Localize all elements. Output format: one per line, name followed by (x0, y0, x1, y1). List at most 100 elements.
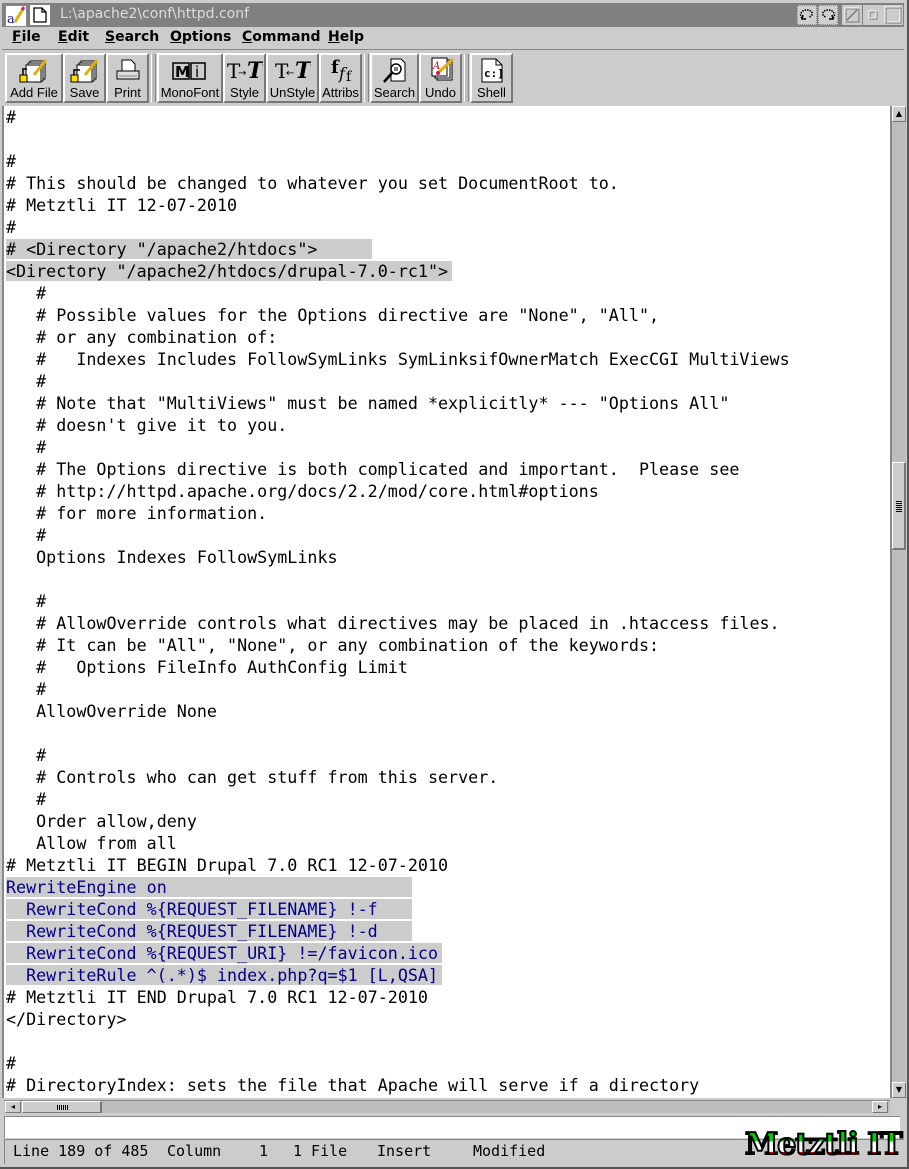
menu-file[interactable]: File (12, 29, 41, 45)
editor-line[interactable]: # Note that "MultiViews" must be named *… (6, 392, 733, 414)
editor-line[interactable]: # Indexes Includes FollowSymLinks SymLin… (6, 348, 794, 370)
editor-line[interactable]: <Directory "/apache2/htdocs/drupal-7.0-r… (6, 260, 453, 282)
title-bar[interactable]: a L:\apache2\conf\httpd.conf (2, 3, 904, 27)
document-icon[interactable] (30, 5, 50, 25)
editor-line[interactable]: </Directory> (6, 1008, 131, 1030)
editor-line[interactable]: # (6, 590, 50, 612)
horizontal-scrollbar[interactable]: ◂ ▸ (4, 1100, 890, 1113)
print-button[interactable]: Print (106, 53, 149, 103)
editor-line-text: AllowOverride None (6, 701, 217, 721)
svg-text:M: M (175, 63, 190, 81)
save-icon (70, 59, 98, 83)
editor-line[interactable]: # DirectoryIndex: sets the file that Apa… (6, 1074, 703, 1096)
editor-line[interactable]: RewriteCond %{REQUEST_FILENAME} !-f (6, 898, 412, 920)
editor-line[interactable]: # (6, 436, 50, 458)
editor-line[interactable]: # It can be "All", "None", or any combin… (6, 634, 663, 656)
add-file-button[interactable]: Add File (5, 53, 63, 103)
editor-line[interactable]: # (6, 1052, 20, 1074)
restore-button[interactable] (842, 5, 862, 25)
vertical-scrollbar[interactable]: ▲ ▼ (890, 106, 906, 1098)
scroll-up-button[interactable]: ▲ (892, 106, 906, 122)
editor-line[interactable]: RewriteEngine on (6, 876, 412, 898)
editor-line[interactable]: # (6, 282, 50, 304)
editor-line-text: # (6, 745, 47, 765)
editor-line[interactable]: # (6, 216, 20, 238)
editor-line[interactable]: RewriteRule ^(.*)$ index.php?q=$1 [L,QSA… (6, 964, 443, 986)
editor-line[interactable] (6, 1030, 10, 1052)
arrow-left-icon: ◂ (10, 1102, 15, 1111)
app-icon[interactable]: a (5, 5, 27, 27)
menu-edit[interactable]: Edit (58, 29, 89, 45)
search-label: Search (373, 85, 416, 100)
editor-line[interactable]: # (6, 370, 50, 392)
editor-line[interactable]: # for more information. (6, 502, 271, 524)
undo-button[interactable]: A Undo (419, 53, 462, 103)
editor-line[interactable]: # (6, 744, 50, 766)
title-redo-button[interactable] (818, 5, 838, 25)
editor-line[interactable]: RewriteCond %{REQUEST_URI} !=/favicon.ic… (6, 942, 443, 964)
editor-line-text (6, 129, 10, 149)
scroll-left-button[interactable]: ◂ (5, 1101, 21, 1113)
svg-text:i: i (195, 63, 199, 81)
minimize-button[interactable] (863, 5, 883, 25)
arrow-down-icon: ▼ (895, 1085, 903, 1094)
scroll-right-button[interactable]: ▸ (872, 1101, 888, 1113)
editor-line[interactable]: # Controls who can get stuff from this s… (6, 766, 502, 788)
attribs-button[interactable]: f f f Attribs (319, 53, 362, 103)
editor-line[interactable] (6, 128, 10, 150)
search-button[interactable]: Search (370, 53, 419, 103)
editor-line[interactable]: # (6, 524, 50, 546)
menu-options[interactable]: Options (170, 29, 231, 45)
toolbar-separator (364, 54, 369, 102)
menu-command[interactable]: Command (242, 29, 321, 45)
editor-line[interactable]: Allow from all (6, 832, 181, 854)
editor-line-text: RewriteCond %{REQUEST_FILENAME} !-d (6, 921, 412, 941)
editor-line[interactable]: # AllowOverride controls what directives… (6, 612, 784, 634)
editor-line[interactable]: # (6, 678, 50, 700)
editor-line[interactable]: Options Indexes FollowSymLinks (6, 546, 342, 568)
editor-line-text: </Directory> (6, 1009, 127, 1029)
editor-line[interactable]: RewriteCond %{REQUEST_FILENAME} !-d (6, 920, 412, 942)
shell-button[interactable]: c:] Shell (470, 53, 513, 103)
editor-line-text: RewriteRule ^(.*)$ index.php?q=$1 [L,QSA… (6, 965, 443, 985)
editor-line[interactable]: # Metztli IT END Drupal 7.0 RC1 12-07-20… (6, 986, 432, 1008)
maximize-button[interactable] (883, 5, 903, 25)
editor-line[interactable]: # Metztli IT BEGIN Drupal 7.0 RC1 12-07-… (6, 854, 452, 876)
arrow-up-icon: ▲ (895, 109, 903, 118)
editor-line[interactable]: # Options FileInfo AuthConfig Limit (6, 656, 412, 678)
svg-text:→: → (238, 68, 246, 79)
undo-icon (799, 9, 813, 20)
text-editor[interactable]: # # # This should be changed to whatever y… (2, 106, 890, 1098)
scroll-down-button[interactable]: ▼ (892, 1082, 906, 1098)
editor-line[interactable]: # http://httpd.apache.org/docs/2.2/mod/c… (6, 480, 603, 502)
editor-line[interactable] (6, 722, 10, 744)
editor-line[interactable]: # Possible values for the Options direct… (6, 304, 663, 326)
menu-search[interactable]: Search (105, 29, 159, 45)
editor-line[interactable]: # <Directory "/apache2/htdocs"> (6, 238, 372, 260)
editor-line[interactable]: # or any combination of: (6, 326, 281, 348)
editor-line[interactable]: # This should be changed to whatever you… (6, 172, 623, 194)
minimize-icon (868, 10, 878, 20)
editor-line[interactable]: # (6, 788, 50, 810)
monofont-button[interactable]: M i MonoFont (157, 53, 223, 103)
editor-line[interactable]: # The Options directive is both complica… (6, 458, 743, 480)
editor-line[interactable]: AllowOverride None (6, 700, 221, 722)
editor-line[interactable] (6, 568, 10, 590)
style-button[interactable]: T → T Style (223, 53, 266, 103)
editor-line[interactable]: # (6, 106, 20, 128)
save-button[interactable]: Save (63, 53, 106, 103)
editor-line[interactable]: # doesn't give it to you. (6, 414, 291, 436)
menu-help[interactable]: Help (328, 29, 364, 45)
title-undo-button[interactable] (797, 5, 817, 25)
editor-line[interactable]: # Metztli IT 12-07-2010 (6, 194, 241, 216)
svg-text:←: ← (286, 68, 294, 79)
editor-line[interactable]: # (6, 150, 20, 172)
svg-text:T: T (295, 58, 311, 83)
unstyle-button[interactable]: T ← T UnStyle (266, 53, 319, 103)
editor-line-text: Options Indexes FollowSymLinks (6, 547, 338, 567)
editor-line-text: # or any combination of: (6, 327, 278, 347)
vertical-scroll-thumb[interactable] (892, 462, 906, 550)
editor-line[interactable]: Order allow,deny (6, 810, 201, 832)
horizontal-scroll-thumb[interactable] (22, 1101, 102, 1113)
editor-line-text: # It can be "All", "None", or any combin… (6, 635, 660, 655)
